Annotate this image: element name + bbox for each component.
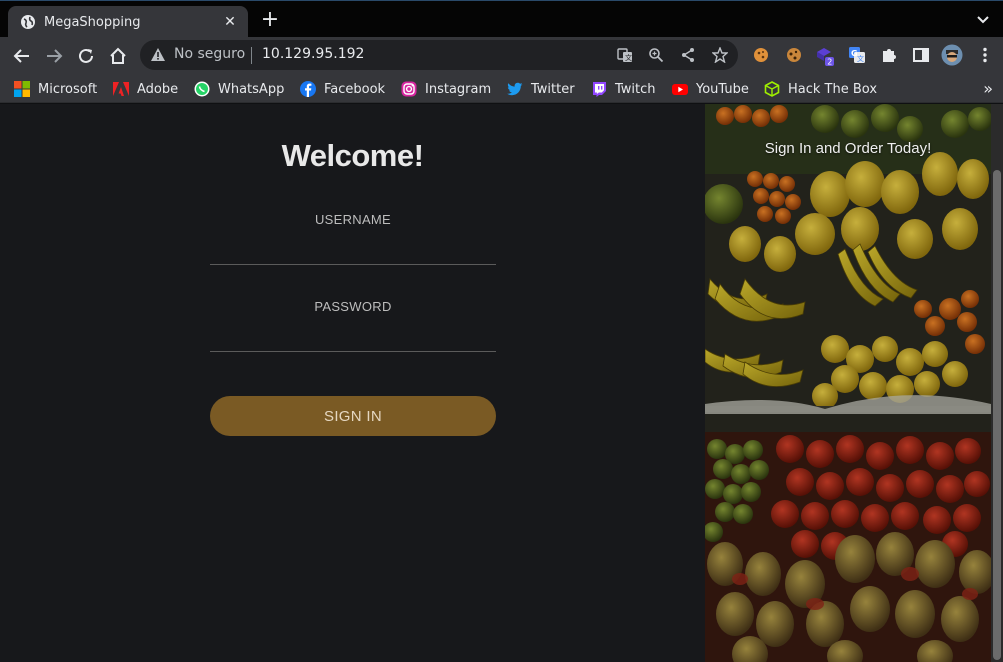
- profile-avatar[interactable]: [941, 44, 963, 66]
- bookmark-label: Microsoft: [38, 81, 98, 97]
- browser-toolbar: No seguro 10.129.95.192 文 2 G文: [0, 37, 1003, 74]
- bookmark-hackthebox[interactable]: Hack The Box: [764, 79, 877, 99]
- reload-button[interactable]: [72, 42, 100, 70]
- new-tab-button[interactable]: +: [258, 9, 282, 33]
- hackthebox-icon: [764, 81, 780, 97]
- bookmark-youtube[interactable]: YouTube: [672, 79, 749, 99]
- back-arrow-icon: [13, 49, 29, 63]
- bookmark-instagram[interactable]: Instagram: [401, 79, 491, 99]
- username-input[interactable]: [210, 239, 496, 265]
- bookmark-label: Adobe: [137, 81, 179, 97]
- instagram-icon: [401, 81, 417, 97]
- bookmark-facebook[interactable]: Facebook: [300, 79, 385, 99]
- close-tab-icon[interactable]: ✕: [222, 14, 238, 30]
- globe-icon: [20, 14, 36, 30]
- page-title: Welcome!: [281, 138, 424, 173]
- share-icon[interactable]: [679, 46, 697, 64]
- svg-text:文: 文: [857, 54, 864, 63]
- promo-image-panel: Sign In and Order Today!: [705, 104, 991, 662]
- bookmark-twitter[interactable]: Twitter: [507, 79, 575, 99]
- address-bar[interactable]: No seguro 10.129.95.192 文: [140, 40, 738, 70]
- security-label[interactable]: No seguro: [174, 46, 245, 62]
- google-translate-icon[interactable]: G文: [846, 44, 868, 66]
- login-panel: Welcome! USERNAME PASSWORD SIGN IN: [0, 104, 705, 662]
- omnibox-divider: [251, 47, 252, 64]
- bookmark-label: YouTube: [696, 81, 749, 97]
- svg-text:文: 文: [625, 53, 632, 62]
- side-panel-icon[interactable]: [910, 44, 932, 66]
- bookmark-star-icon[interactable]: [711, 46, 729, 64]
- twitch-icon: [591, 81, 607, 97]
- reload-icon: [79, 48, 93, 63]
- facebook-icon: [300, 81, 316, 97]
- home-button[interactable]: [104, 42, 132, 70]
- bookmark-label: Hack The Box: [788, 81, 878, 97]
- more-menu-icon[interactable]: [974, 44, 996, 66]
- extension-badge: 2: [827, 58, 832, 67]
- back-button[interactable]: [8, 42, 36, 70]
- bookmark-adobe[interactable]: Adobe: [113, 79, 178, 99]
- bookmark-label: Instagram: [425, 81, 492, 97]
- sign-in-button[interactable]: SIGN IN: [210, 396, 496, 436]
- forward-arrow-icon: [47, 49, 63, 63]
- fruit-market-image: [705, 104, 991, 662]
- bookmark-label: Facebook: [324, 81, 386, 97]
- password-input[interactable]: [210, 326, 496, 352]
- forward-button[interactable]: [40, 42, 68, 70]
- adobe-icon: [113, 81, 129, 97]
- tab-title: MegaShopping: [44, 14, 141, 30]
- extensions-puzzle-icon[interactable]: [878, 44, 900, 66]
- twitter-icon: [507, 81, 523, 97]
- microsoft-icon: [14, 81, 30, 97]
- scrollbar-thumb[interactable]: [993, 170, 1001, 660]
- bookmark-microsoft[interactable]: Microsoft: [14, 79, 97, 99]
- warning-icon[interactable]: [150, 47, 166, 63]
- whatsapp-icon: [194, 81, 210, 97]
- home-icon: [110, 47, 126, 64]
- bookmarks-bar: Microsoft Adobe WhatsApp Facebook Instag…: [0, 74, 1003, 103]
- bookmark-label: WhatsApp: [218, 81, 285, 97]
- zoom-icon[interactable]: [647, 46, 665, 64]
- promo-tagline: Sign In and Order Today!: [764, 140, 932, 157]
- bookmarks-overflow-icon[interactable]: »: [983, 79, 993, 98]
- translate-icon[interactable]: 文: [616, 46, 634, 64]
- page-content: Welcome! USERNAME PASSWORD SIGN IN Sign …: [0, 104, 1003, 662]
- extension-purple-icon[interactable]: 2: [814, 44, 836, 66]
- username-label: USERNAME: [314, 212, 392, 227]
- youtube-icon: [672, 81, 688, 97]
- password-label: PASSWORD: [314, 299, 392, 314]
- extension-cookie-orange-icon[interactable]: [750, 44, 772, 66]
- bookmark-label: Twitter: [531, 81, 575, 97]
- url-text[interactable]: 10.129.95.192: [262, 46, 364, 62]
- tab-strip: MegaShopping ✕ +: [0, 0, 1003, 38]
- browser-tab[interactable]: MegaShopping ✕: [8, 6, 248, 38]
- bookmark-whatsapp[interactable]: WhatsApp: [194, 79, 284, 99]
- bookmark-label: Twitch: [615, 81, 656, 97]
- tab-search-chevron-icon[interactable]: [975, 11, 991, 27]
- extension-cookie-editor-icon[interactable]: [783, 44, 805, 66]
- bookmark-twitch[interactable]: Twitch: [591, 79, 656, 99]
